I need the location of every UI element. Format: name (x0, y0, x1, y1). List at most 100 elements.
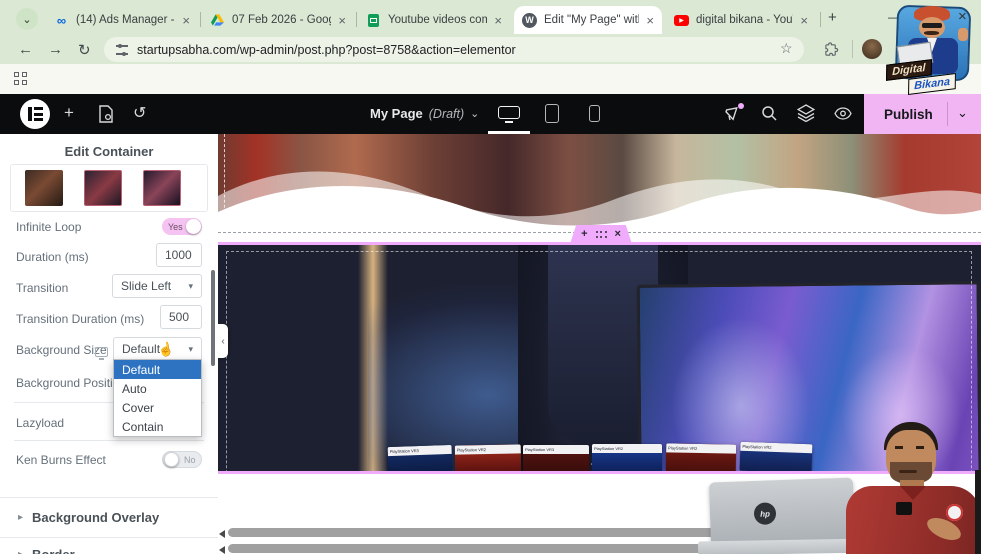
slide-thumbnail-2[interactable] (84, 170, 122, 206)
laptop: hp (709, 478, 855, 549)
structure-layers-icon[interactable] (797, 104, 815, 127)
extensions-icon[interactable] (824, 42, 839, 62)
publish-button[interactable]: Publish (884, 107, 933, 122)
duration-label: Duration (ms) (16, 250, 89, 264)
panel-collapse-tab[interactable]: ‹ (218, 324, 228, 358)
presenter-eye (895, 446, 903, 449)
page-title: My Page (370, 106, 423, 121)
toggle-knob (164, 452, 179, 467)
dropdown-arrow-icon: ▾ (188, 344, 193, 355)
apps-grid-icon[interactable] (14, 72, 27, 85)
game-case: PlayStation VR2 (592, 444, 662, 472)
close-tab-icon[interactable]: × (494, 14, 502, 27)
browser-tab-ads-manager[interactable]: ∞ (14) Ads Manager - Mana × (46, 6, 198, 34)
back-icon[interactable]: ← (18, 41, 33, 58)
finder-search-icon[interactable] (761, 105, 778, 127)
handle-delete-icon[interactable]: × (615, 229, 621, 240)
publish-options-chevron-icon[interactable]: ⌄ (957, 105, 968, 121)
scroll-left-icon[interactable] (219, 546, 225, 554)
tab-label: Youtube videos complet (388, 14, 487, 26)
close-tab-icon[interactable]: × (182, 14, 190, 27)
meta-icon: ∞ (54, 13, 69, 28)
url-field[interactable]: startupsabha.com/wp-admin/post.php?post=… (104, 37, 804, 62)
chevron-down-icon: ⌄ (470, 107, 479, 120)
game-case: PlayStation VR2 (455, 444, 521, 472)
browser-tab-google-drive[interactable]: 07 Feb 2026 - Google Dr × (202, 6, 354, 34)
desktop-responsive-icon[interactable] (95, 347, 108, 357)
section-background-overlay[interactable]: ▸ Background Overlay (18, 510, 159, 525)
elementor-logo[interactable] (20, 99, 50, 129)
device-desktop-button[interactable] (498, 106, 520, 120)
dropdown-option-default[interactable]: Default (114, 360, 201, 379)
transition-value: Slide Left (121, 279, 171, 293)
device-active-underline (488, 131, 530, 134)
tab-separator (820, 12, 821, 27)
avatar[interactable] (862, 39, 882, 59)
browser-tab-youtube[interactable]: ▶ digital bikana - YouTube × (666, 6, 816, 34)
device-mobile-button[interactable] (589, 105, 600, 122)
tab-label: (14) Ads Manager - Mana (76, 14, 175, 26)
duration-input[interactable] (156, 243, 202, 267)
history-icon[interactable]: ↺ (133, 103, 146, 123)
transition-duration-input[interactable] (160, 305, 202, 329)
bookmarks-bar (0, 64, 981, 94)
site-settings-icon[interactable] (116, 45, 128, 55)
close-tab-icon[interactable]: × (800, 14, 808, 27)
container-handle[interactable]: + × (570, 225, 632, 244)
toggle-on-label: Yes (168, 222, 183, 232)
background-size-value: Default (122, 342, 160, 356)
hp-logo: hp (760, 509, 770, 518)
laptop-base (698, 539, 866, 554)
dropdown-option-auto[interactable]: Auto (114, 379, 201, 398)
scroll-left-icon[interactable] (219, 530, 225, 538)
transition-select[interactable]: Slide Left ▾ (112, 274, 202, 298)
panel-scrollbar[interactable] (211, 270, 215, 366)
page-settings-icon[interactable] (98, 105, 114, 128)
bookmark-star-icon[interactable]: ☆ (780, 40, 793, 57)
background-size-dropdown: Default Auto Cover Contain (113, 359, 202, 437)
handle-add-icon[interactable]: + (581, 229, 587, 240)
chair-edge (975, 470, 981, 554)
tab-separator (200, 12, 201, 27)
preview-eye-icon[interactable] (834, 107, 852, 125)
forward-icon[interactable]: → (48, 41, 63, 58)
lazyload-label: Lazyload (16, 416, 64, 430)
new-tab-button[interactable]: + (828, 9, 837, 26)
close-tab-icon[interactable]: × (646, 14, 654, 27)
section-border[interactable]: ▸ Border (18, 547, 75, 554)
slide-thumbnail-3[interactable] (143, 170, 181, 206)
infinite-loop-toggle[interactable]: Yes (162, 218, 202, 235)
window-close-button[interactable]: × (958, 8, 967, 25)
app-window: ⌄ ∞ (14) Ads Manager - Mana × 07 Feb 202… (0, 0, 981, 554)
browser-tab-youtube-sheet[interactable]: Youtube videos complet × (358, 6, 510, 34)
tab-search-button[interactable]: ⌄ (16, 8, 38, 30)
caret-right-icon: ▸ (18, 512, 23, 523)
whats-new-icon[interactable] (724, 104, 742, 127)
slide-thumbnail-1[interactable] (25, 170, 63, 206)
tab-separator (356, 12, 357, 27)
browser-tab-elementor-active[interactable]: W Edit "My Page" with Elem × (514, 6, 662, 34)
add-element-icon[interactable]: + (64, 103, 74, 123)
dropdown-option-contain[interactable]: Contain (114, 417, 201, 436)
transition-duration-label: Transition Duration (ms) (16, 312, 144, 326)
chevron-down-icon: ⌄ (22, 13, 31, 26)
divider (14, 440, 204, 441)
caret-right-icon: ▸ (18, 549, 23, 554)
close-tab-icon[interactable]: × (338, 14, 346, 27)
device-tablet-button[interactable] (545, 104, 559, 123)
transition-label: Transition (16, 281, 68, 295)
ken-burns-label: Ken Burns Effect (16, 453, 106, 467)
section-divider (0, 537, 218, 538)
thumbs-up-hand (958, 28, 968, 41)
webcam-overlay: hp (694, 420, 981, 554)
toggle-knob (186, 219, 201, 234)
game-case: PlayStation VR3 (388, 445, 453, 473)
url-text: startupsabha.com/wp-admin/post.php?post=… (137, 43, 516, 57)
youtube-icon: ▶ (674, 15, 689, 26)
handle-drag-icon[interactable] (596, 231, 607, 238)
reload-icon[interactable]: ↻ (78, 41, 91, 59)
wave-shape-divider (218, 150, 981, 233)
document-switcher[interactable]: My Page (Draft) ⌄ (370, 106, 479, 121)
dropdown-option-cover[interactable]: Cover (114, 398, 201, 417)
ken-burns-toggle[interactable]: No (162, 451, 202, 468)
